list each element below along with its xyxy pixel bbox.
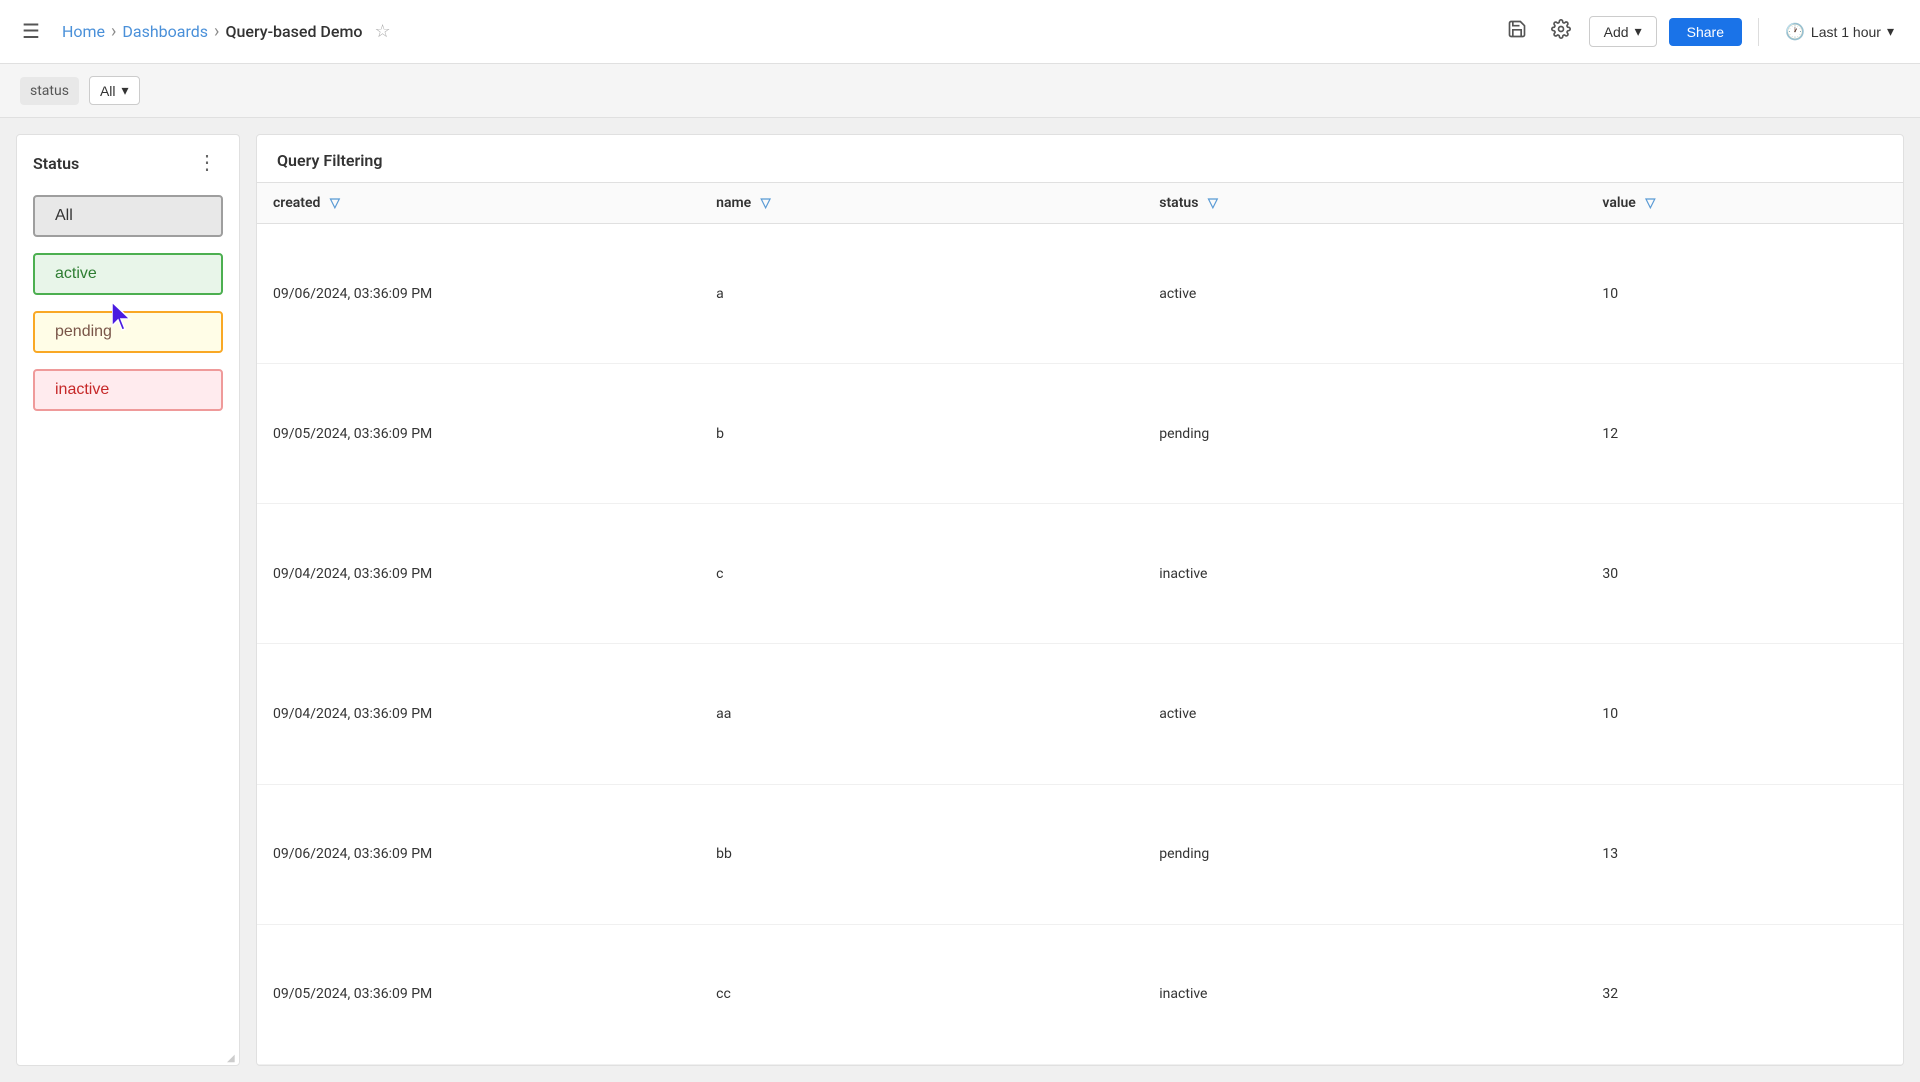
breadcrumb-sep-1: › xyxy=(111,21,116,42)
cell-created-3: 09/04/2024, 03:36:09 PM xyxy=(257,644,700,784)
cell-status-0: active xyxy=(1143,224,1586,364)
table-body: 09/06/2024, 03:36:09 PMaactive1009/05/20… xyxy=(257,224,1903,1065)
status-buttons: All active pending inactive xyxy=(17,183,239,423)
save-button[interactable] xyxy=(1501,13,1533,51)
table-row: 09/04/2024, 03:36:09 PMcinactive30 xyxy=(257,504,1903,644)
cell-created-5: 09/05/2024, 03:36:09 PM xyxy=(257,924,700,1064)
cell-status-2: inactive xyxy=(1143,504,1586,644)
cell-name-1: b xyxy=(700,364,1143,504)
breadcrumb-current: Query-based Demo xyxy=(225,22,362,41)
cell-value-2: 30 xyxy=(1586,504,1903,644)
table-row: 09/04/2024, 03:36:09 PMaaactive10 xyxy=(257,644,1903,784)
breadcrumb-home[interactable]: Home xyxy=(62,22,105,41)
status-active-button[interactable]: active xyxy=(33,253,223,295)
table-row: 09/05/2024, 03:36:09 PMccinactive32 xyxy=(257,924,1903,1064)
time-range-button[interactable]: 🕐 Last 1 hour ▾ xyxy=(1775,16,1904,48)
cell-value-5: 32 xyxy=(1586,924,1903,1064)
table-row: 09/06/2024, 03:36:09 PMaactive10 xyxy=(257,224,1903,364)
cell-name-5: cc xyxy=(700,924,1143,1064)
topbar: ☰ Home › Dashboards › Query-based Demo ☆… xyxy=(0,0,1920,64)
col-header-status[interactable]: status ▽ xyxy=(1143,183,1586,224)
cell-name-2: c xyxy=(700,504,1143,644)
table-row: 09/06/2024, 03:36:09 PMbbpending13 xyxy=(257,784,1903,924)
query-panel-title: Query Filtering xyxy=(257,135,1903,183)
filterbar: status All ▾ xyxy=(0,64,1920,118)
table-row: 09/05/2024, 03:36:09 PMbpending12 xyxy=(257,364,1903,504)
settings-button[interactable] xyxy=(1545,13,1577,51)
cell-created-2: 09/04/2024, 03:36:09 PM xyxy=(257,504,700,644)
col-header-created[interactable]: created ▽ xyxy=(257,183,700,224)
status-panel-header: Status ⋮ xyxy=(17,135,239,183)
cell-name-0: a xyxy=(700,224,1143,364)
topbar-divider xyxy=(1758,18,1759,46)
status-filter-icon[interactable]: ▽ xyxy=(1208,196,1218,211)
col-header-value[interactable]: value ▽ xyxy=(1586,183,1903,224)
value-filter-icon[interactable]: ▽ xyxy=(1645,196,1655,211)
topbar-icons: Add ▾ Share 🕐 Last 1 hour ▾ xyxy=(1501,13,1904,51)
breadcrumb: Home › Dashboards › Query-based Demo ☆ xyxy=(62,21,391,42)
query-panel: Query Filtering created ▽ name ▽ status … xyxy=(256,134,1904,1066)
clock-icon: 🕐 xyxy=(1785,22,1805,42)
cell-value-1: 12 xyxy=(1586,364,1903,504)
filter-all-dropdown[interactable]: All ▾ xyxy=(89,76,140,105)
resize-handle[interactable]: ◢ xyxy=(227,1053,239,1065)
breadcrumb-sep-2: › xyxy=(214,21,219,42)
menu-icon[interactable]: ☰ xyxy=(16,13,46,50)
status-pending-button[interactable]: pending xyxy=(33,311,223,353)
cell-value-0: 10 xyxy=(1586,224,1903,364)
query-table: created ▽ name ▽ status ▽ value ▽ xyxy=(257,183,1903,1065)
star-icon[interactable]: ☆ xyxy=(374,21,390,42)
status-inactive-button[interactable]: inactive xyxy=(33,369,223,411)
breadcrumb-dashboards[interactable]: Dashboards xyxy=(122,22,208,41)
cell-created-1: 09/05/2024, 03:36:09 PM xyxy=(257,364,700,504)
status-panel-title: Status xyxy=(33,154,79,173)
cell-status-3: active xyxy=(1143,644,1586,784)
cell-status-1: pending xyxy=(1143,364,1586,504)
cell-status-5: inactive xyxy=(1143,924,1586,1064)
filter-status-label: status xyxy=(20,77,79,105)
share-button[interactable]: Share xyxy=(1669,18,1742,46)
created-filter-icon[interactable]: ▽ xyxy=(330,196,340,211)
status-all-button[interactable]: All xyxy=(33,195,223,237)
cell-created-4: 09/06/2024, 03:36:09 PM xyxy=(257,784,700,924)
cell-created-0: 09/06/2024, 03:36:09 PM xyxy=(257,224,700,364)
cell-value-4: 13 xyxy=(1586,784,1903,924)
cell-name-4: bb xyxy=(700,784,1143,924)
col-header-name[interactable]: name ▽ xyxy=(700,183,1143,224)
status-panel: Status ⋮ All active pending inactive ◢ xyxy=(16,134,240,1066)
cell-value-3: 10 xyxy=(1586,644,1903,784)
cell-status-4: pending xyxy=(1143,784,1586,924)
name-filter-icon[interactable]: ▽ xyxy=(761,196,771,211)
main-content: Status ⋮ All active pending inactive ◢ Q… xyxy=(0,118,1920,1082)
cell-name-3: aa xyxy=(700,644,1143,784)
add-button[interactable]: Add ▾ xyxy=(1589,16,1657,47)
status-panel-menu-button[interactable]: ⋮ xyxy=(191,151,223,175)
table-header: created ▽ name ▽ status ▽ value ▽ xyxy=(257,183,1903,224)
